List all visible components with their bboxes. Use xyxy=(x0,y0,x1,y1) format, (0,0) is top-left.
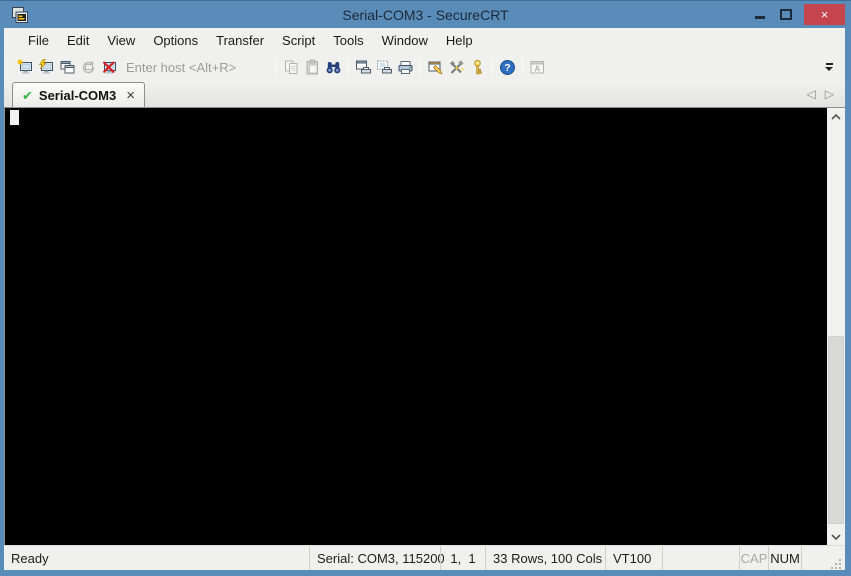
menu-transfer[interactable]: Transfer xyxy=(207,29,273,52)
connected-check-icon: ✔ xyxy=(22,87,33,103)
menu-help[interactable]: Help xyxy=(437,29,482,52)
tab-close-icon[interactable]: × xyxy=(126,88,135,103)
agent-key-icon xyxy=(474,59,482,74)
chevron-up-icon xyxy=(831,113,841,120)
resize-grip[interactable] xyxy=(830,558,842,570)
scrollbar-thumb[interactable] xyxy=(828,336,844,524)
enter-host-input[interactable] xyxy=(126,57,268,77)
resize-grip-cell xyxy=(801,546,845,570)
print-button[interactable] xyxy=(395,56,416,78)
global-options-button[interactable] xyxy=(446,56,467,78)
tab-serial-com3[interactable]: ✔ Serial-COM3 × xyxy=(12,82,145,107)
menu-bar: File Edit View Options Transfer Script T… xyxy=(4,28,845,53)
menu-window[interactable]: Window xyxy=(373,29,437,52)
status-terminal-size: 33 Rows, 100 Cols xyxy=(485,546,605,570)
print-icon xyxy=(398,60,413,74)
session-options-button[interactable] xyxy=(425,56,446,78)
menu-edit[interactable]: Edit xyxy=(58,29,98,52)
tab-scroll-left-icon[interactable]: ◁ xyxy=(807,87,816,101)
status-num-lock: NUM xyxy=(768,546,801,570)
terminal-cursor xyxy=(10,110,19,125)
scroll-down-button[interactable] xyxy=(827,528,845,545)
toolbar-separator xyxy=(276,58,277,76)
client-area: File Edit View Options Transfer Script T… xyxy=(4,28,845,570)
status-bar: Ready Serial: COM3, 115200 1, 1 33 Rows,… xyxy=(4,545,845,570)
connect-in-tab-button[interactable] xyxy=(57,56,78,78)
agent-key-button[interactable] xyxy=(467,56,488,78)
svg-text:A: A xyxy=(534,64,540,73)
paste-icon xyxy=(306,59,318,74)
title-bar: Serial-COM3 - SecureCRT × xyxy=(0,0,851,28)
scroll-up-button[interactable] xyxy=(827,108,845,125)
scrollbar-track[interactable] xyxy=(827,125,845,528)
find-button[interactable] xyxy=(323,56,344,78)
reconnect-button xyxy=(78,56,99,78)
help-button[interactable]: ? xyxy=(497,56,518,78)
status-connection: Serial: COM3, 115200 xyxy=(309,546,445,570)
quick-connect-button[interactable] xyxy=(36,56,57,78)
connect-icon xyxy=(17,59,32,74)
connect-in-tab-icon xyxy=(60,60,75,73)
svg-text:?: ? xyxy=(504,62,510,74)
disconnect-button[interactable] xyxy=(99,56,120,78)
terminal-screen[interactable] xyxy=(4,107,827,545)
menu-view[interactable]: View xyxy=(98,29,144,52)
status-cursor-position: 1, 1 xyxy=(440,546,485,570)
menu-options[interactable]: Options xyxy=(144,29,207,52)
tab-label: Serial-COM3 xyxy=(38,87,117,103)
print-selection-icon xyxy=(377,60,392,73)
global-options-icon xyxy=(449,59,465,74)
toolbar-overflow-icon xyxy=(825,63,833,65)
connect-button[interactable] xyxy=(15,56,36,78)
tab-scroll-nav: ◁ ▷ xyxy=(807,87,845,101)
print-selection-button[interactable] xyxy=(374,56,395,78)
find-icon xyxy=(326,61,341,73)
status-caps-lock: CAP xyxy=(739,546,768,570)
toolbar-separator xyxy=(348,58,349,76)
status-ready: Ready xyxy=(11,550,49,566)
reconnect-icon xyxy=(82,60,95,73)
disconnect-icon xyxy=(102,60,116,74)
securecrt-window: Serial-COM3 - SecureCRT × File Edit View… xyxy=(0,0,851,576)
copy-icon xyxy=(285,60,298,74)
menu-script[interactable]: Script xyxy=(273,29,324,52)
toolbar-separator xyxy=(522,58,523,76)
toolbar-separator xyxy=(492,58,493,76)
tab-bar: ✔ Serial-COM3 × ◁ ▷ xyxy=(4,80,845,107)
paste-button xyxy=(302,56,323,78)
quick-connect-icon xyxy=(38,58,53,74)
copy-button xyxy=(281,56,302,78)
print-screen-button[interactable] xyxy=(353,56,374,78)
menu-file[interactable]: File xyxy=(19,29,58,52)
session-options-icon xyxy=(428,61,443,75)
toolbar-overflow-button[interactable] xyxy=(821,57,837,77)
toolbar-separator xyxy=(420,58,421,76)
status-emulation: VT100 xyxy=(605,546,662,570)
print-screen-icon xyxy=(356,60,371,73)
menu-tools[interactable]: Tools xyxy=(324,29,372,52)
chevron-down-icon xyxy=(831,533,841,540)
help-icon: ? xyxy=(500,59,515,75)
toolbar: ? A xyxy=(4,53,845,80)
status-spacer xyxy=(662,546,739,570)
tab-scroll-right-icon[interactable]: ▷ xyxy=(825,87,834,101)
window-title: Serial-COM3 - SecureCRT xyxy=(342,6,509,23)
securefx-icon: A xyxy=(530,60,544,73)
vertical-scrollbar[interactable] xyxy=(827,107,845,545)
securefx-button: A xyxy=(527,56,548,78)
session-area xyxy=(4,107,845,545)
